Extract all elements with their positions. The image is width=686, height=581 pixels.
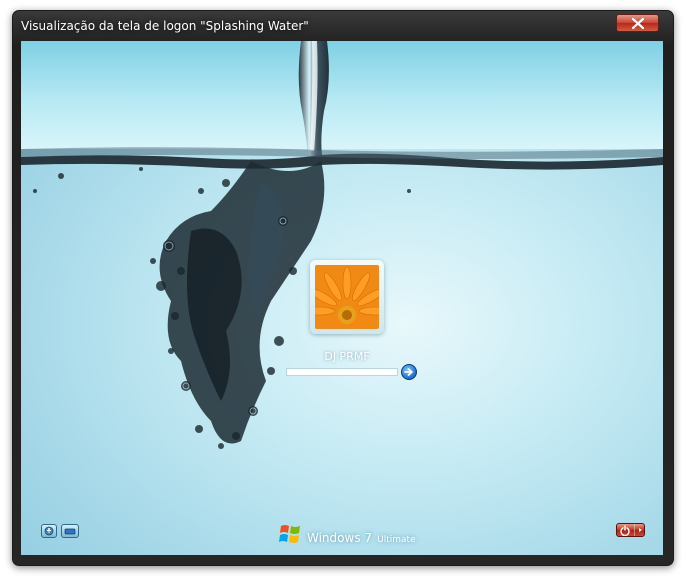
submit-button[interactable] <box>401 364 417 380</box>
window-title: Visualização da tela de logon "Splashing… <box>21 19 309 33</box>
brand-edition: Ultimate <box>377 535 416 545</box>
shutdown-options-button[interactable] <box>634 524 645 536</box>
password-field[interactable] <box>286 368 398 376</box>
chevron-right-icon <box>639 528 642 532</box>
power-icon <box>620 525 630 536</box>
logon-preview-window: Visualização da tela de logon "Splashing… <box>12 10 674 566</box>
windows-edition-label: Windows 7 Ultimate <box>307 527 416 546</box>
user-tile[interactable] <box>310 260 384 334</box>
close-icon <box>632 18 644 29</box>
close-button[interactable] <box>616 14 659 32</box>
keyboard-icon <box>64 528 76 535</box>
ease-of-access-icon <box>44 526 54 536</box>
title-bar[interactable]: Visualização da tela de logon "Splashing… <box>13 11 673 41</box>
input-language-button[interactable] <box>61 524 79 538</box>
logon-screen-preview: DJ PRMF Windows 7 Ultimate <box>21 41 663 555</box>
ease-of-access-button[interactable] <box>41 524 57 538</box>
brand-name: Windows 7 <box>307 531 373 545</box>
arrow-right-icon <box>404 368 413 376</box>
shutdown-button[interactable] <box>616 523 645 537</box>
windows-flag-icon <box>279 525 300 543</box>
username-label: DJ PRMF <box>324 350 370 363</box>
user-avatar-flower <box>315 265 379 329</box>
